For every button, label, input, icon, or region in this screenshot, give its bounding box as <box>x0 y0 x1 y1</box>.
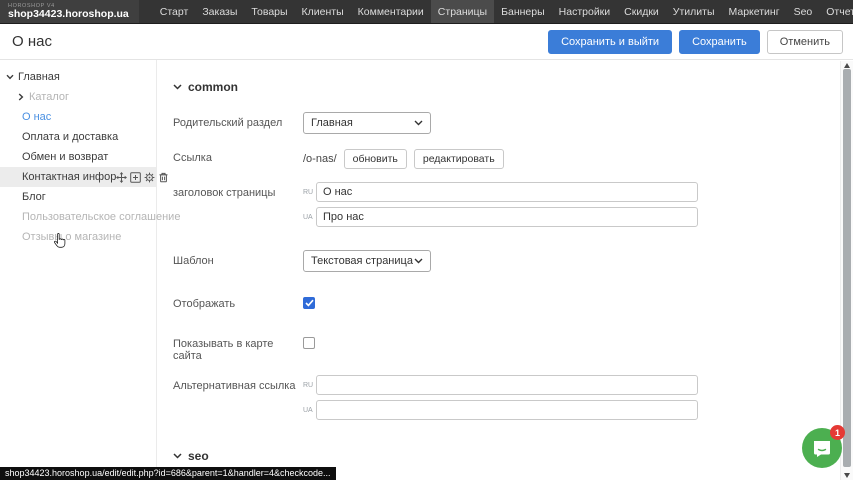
tree-item-blog[interactable]: Блог <box>0 187 156 207</box>
page-edit-form: common Родительский раздел Главная Ссылк… <box>157 60 853 479</box>
field-label: Ссылка <box>173 147 303 169</box>
menu-item-seo[interactable]: Seo <box>787 0 820 23</box>
section-common-toggle[interactable]: common <box>173 80 831 94</box>
link-value: /o-nas/ <box>303 153 337 165</box>
tree-item-oplata-i-dostavka[interactable]: Оплата и доставка <box>0 127 156 147</box>
tree-item-polzovatelskoe-soglashenie[interactable]: Пользовательское соглашение <box>0 207 156 227</box>
chat-widget-button[interactable]: 1 <box>802 428 842 468</box>
tree-item-label: Обмен и возврат <box>22 151 108 163</box>
menu-item-banners[interactable]: Баннеры <box>494 0 552 23</box>
menu-item-start[interactable]: Старт <box>153 0 196 23</box>
save-button[interactable]: Сохранить <box>679 30 760 54</box>
tree-item-glavnaya[interactable]: Главная <box>0 67 156 87</box>
save-and-exit-button[interactable]: Сохранить и выйти <box>548 30 672 54</box>
field-template: Шаблон Текстовая страница <box>173 250 831 272</box>
section-seo-title: seo <box>188 449 209 463</box>
menu-item-reports[interactable]: Отчеты <box>819 0 853 23</box>
scroll-up-arrow[interactable] <box>844 63 850 68</box>
tree-item-katalog[interactable]: Каталог <box>0 87 156 107</box>
tree-item-otzyvy-o-magazine[interactable]: Отзывы о магазине <box>0 227 156 247</box>
chevron-down-icon[interactable] <box>5 74 15 80</box>
lang-tag-ru: RU <box>303 382 316 389</box>
chevron-down-icon <box>414 258 423 264</box>
page-title-ru-input[interactable] <box>316 182 698 202</box>
browser-status-url: shop34423.horoshop.ua/edit/edit.php?id=6… <box>0 467 336 480</box>
chevron-down-icon <box>414 120 423 126</box>
alt-link-ua-input[interactable] <box>316 400 698 420</box>
menu-item-pages[interactable]: Страницы <box>431 0 494 23</box>
menu-item-discounts[interactable]: Скидки <box>617 0 666 23</box>
app-window: HOROSHOP V4 shop34423.horoshop.ua Старт … <box>0 0 853 480</box>
field-label: Альтернативная ссылка <box>173 375 303 425</box>
alt-link-ru-input[interactable] <box>316 375 698 395</box>
page-title: О нас <box>12 33 52 50</box>
menu-item-marketing[interactable]: Маркетинг <box>722 0 787 23</box>
link-edit-button[interactable]: редактировать <box>414 149 504 169</box>
tree-item-label: О нас <box>22 111 51 123</box>
field-label: Родительский раздел <box>173 112 303 134</box>
tree-item-obmen-i-vozvrat[interactable]: Обмен и возврат <box>0 147 156 167</box>
link-update-button[interactable]: обновить <box>344 149 407 169</box>
tree-item-label: Оплата и доставка <box>22 131 118 143</box>
field-label: заголовок страницы <box>173 182 303 232</box>
tree-item-label: Каталог <box>29 91 69 103</box>
page-title-ua-input[interactable] <box>316 207 698 227</box>
field-sitemap: Показывать в карте сайта <box>173 333 831 362</box>
display-checkbox[interactable] <box>303 297 315 309</box>
chevron-down-icon <box>173 453 182 459</box>
chevron-right-icon[interactable] <box>16 93 26 101</box>
scrollbar-thumb[interactable] <box>843 69 851 467</box>
tree-item-label: Отзывы о магазине <box>22 231 121 243</box>
section-common-title: common <box>188 80 238 94</box>
menu-item-comments[interactable]: Комментарии <box>351 0 431 23</box>
tree-item-label: Контактная инфор <box>22 171 116 183</box>
horoshop-logo[interactable]: HOROSHOP V4 shop34423.horoshop.ua <box>0 0 139 23</box>
menu-item-settings[interactable]: Настройки <box>552 0 618 23</box>
page-header: О нас Сохранить и выйти Сохранить Отмени… <box>0 24 853 60</box>
vertical-scrollbar <box>840 61 853 480</box>
pages-tree-sidebar: Главная Каталог О нас Оплата и доставка … <box>0 60 157 479</box>
sitemap-checkbox[interactable] <box>303 337 315 349</box>
tree-item-label: Блог <box>22 191 46 203</box>
chat-unread-badge: 1 <box>830 425 845 440</box>
field-alt-link: Альтернативная ссылка RU UA <box>173 375 831 425</box>
menu-item-clients[interactable]: Клиенты <box>295 0 351 23</box>
section-seo-toggle[interactable]: seo <box>173 449 831 463</box>
menu-item-utilities[interactable]: Утилиты <box>666 0 722 23</box>
tree-item-kontaktnaya-informatsiya[interactable]: Контактная инфор <box>0 167 156 187</box>
scroll-down-arrow[interactable] <box>844 473 850 478</box>
tree-item-label: Главная <box>18 71 60 83</box>
add-page-icon[interactable] <box>130 172 141 183</box>
topbar: HOROSHOP V4 shop34423.horoshop.ua Старт … <box>0 0 853 24</box>
field-display: Отображать <box>173 293 831 312</box>
header-buttons: Сохранить и выйти Сохранить Отменить <box>548 30 843 54</box>
field-link: Ссылка /o-nas/ обновить редактировать <box>173 147 831 169</box>
lang-tag-ru: RU <box>303 189 316 196</box>
template-select[interactable]: Текстовая страница <box>303 250 431 272</box>
menu-item-orders[interactable]: Заказы <box>195 0 244 23</box>
menu-item-products[interactable]: Товары <box>244 0 294 23</box>
tree-item-o-nas[interactable]: О нас <box>0 107 156 127</box>
field-label: Отображать <box>173 293 303 312</box>
gear-icon[interactable] <box>144 172 155 183</box>
parent-section-select[interactable]: Главная <box>303 112 431 134</box>
field-label: Шаблон <box>173 250 303 272</box>
move-icon[interactable] <box>116 172 127 183</box>
field-parent-section: Родительский раздел Главная <box>173 112 831 134</box>
select-value: Текстовая страница <box>311 255 413 267</box>
lang-tag-ua: UA <box>303 407 316 414</box>
lang-tag-ua: UA <box>303 214 316 221</box>
topbar-menu: Старт Заказы Товары Клиенты Комментарии … <box>153 0 853 23</box>
field-page-title: заголовок страницы RU UA <box>173 182 831 232</box>
shop-domain-label: shop34423.horoshop.ua <box>8 9 129 20</box>
select-value: Главная <box>311 117 353 129</box>
chevron-down-icon <box>173 84 182 90</box>
cancel-button[interactable]: Отменить <box>767 30 843 54</box>
field-label: Показывать в карте сайта <box>173 333 303 362</box>
